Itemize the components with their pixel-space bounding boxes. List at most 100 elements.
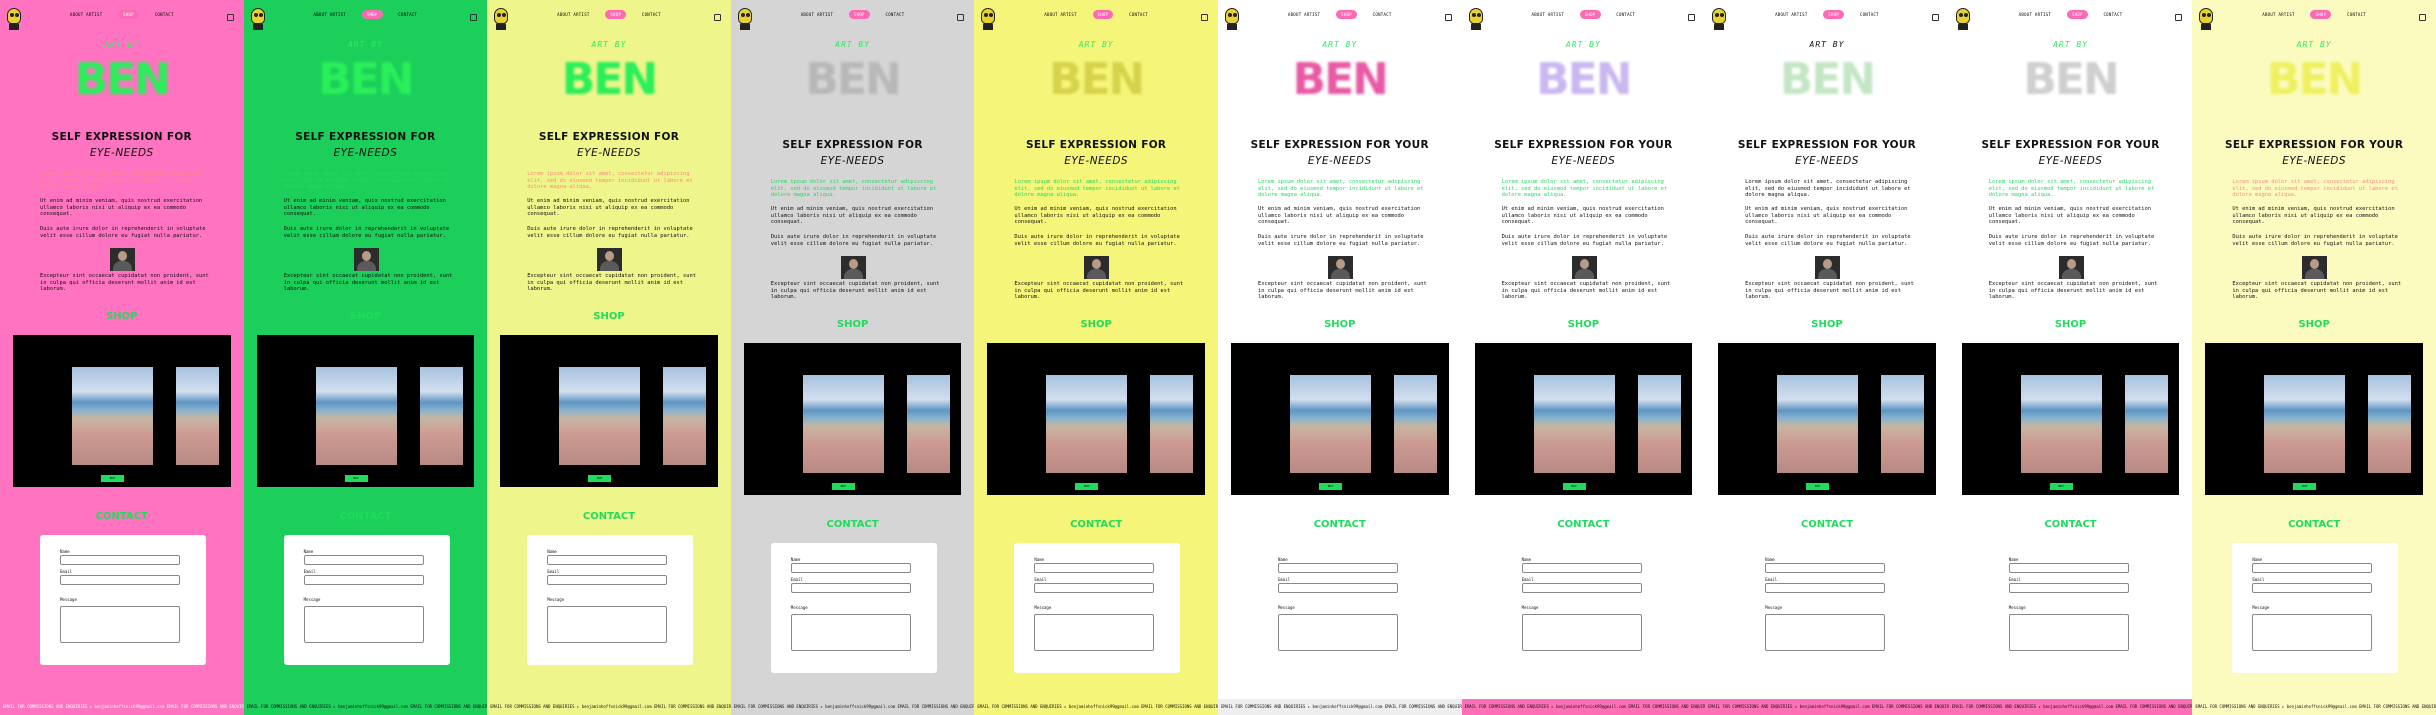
footer-marquee[interactable]: EMAIL FOR COMMISSIONS AND ENQUIRIES ▸ be… [1461,699,1706,715]
footer-marquee[interactable]: EMAIL FOR COMMISSIONS AND ENQUIRIES ▸ be… [730,699,975,715]
shopping-cart-icon[interactable] [2418,14,2426,21]
nav-about-artist[interactable]: ABOUT ARTIST [2014,10,2057,19]
beach-artwork-photo[interactable] [663,367,707,465]
beach-artwork-photo[interactable] [1150,375,1194,473]
nav-contact[interactable]: CONTACT [637,10,666,19]
message-textarea[interactable] [790,614,911,651]
buy-button[interactable]: BUY [1806,483,1830,490]
shop-gallery[interactable]: BUY [256,335,475,487]
nav-contact[interactable]: CONTACT [1855,10,1884,19]
shopping-cart-icon[interactable] [2175,14,2183,21]
nav-about-artist[interactable]: ABOUT ARTIST [65,10,108,19]
beach-artwork-photo[interactable] [1393,375,1437,473]
beach-artwork-photo[interactable] [72,367,153,465]
buy-button[interactable]: BUY [344,475,368,482]
name-input[interactable] [2252,563,2373,573]
beach-artwork-photo[interactable] [176,367,219,465]
nav-about-artist[interactable]: ABOUT ARTIST [2257,10,2300,19]
nav-shop[interactable]: SHOP [848,10,870,19]
shop-gallery[interactable]: BUY [13,335,231,487]
nav-contact[interactable]: CONTACT [2342,10,2371,19]
name-input[interactable] [547,555,668,565]
nav-shop[interactable]: SHOP [605,10,627,19]
message-textarea[interactable] [2008,614,2129,651]
footer-marquee[interactable]: EMAIL FOR COMMISSIONS AND ENQUIRIES ▸ be… [974,699,1218,715]
name-input[interactable] [60,555,180,565]
beach-artwork-photo[interactable] [559,367,641,465]
shop-gallery[interactable]: BUY [1718,343,1936,495]
nav-shop[interactable]: SHOP [118,10,139,19]
shop-gallery[interactable]: BUY [500,335,718,487]
nav-contact[interactable]: CONTACT [1124,10,1153,19]
shopping-cart-icon[interactable] [470,14,478,21]
nav-contact[interactable]: CONTACT [1368,10,1397,19]
shop-gallery[interactable]: BUY [1961,343,2180,495]
nav-shop[interactable]: SHOP [2310,10,2332,19]
name-input[interactable] [790,563,911,573]
email-input[interactable] [2252,583,2373,593]
shop-gallery[interactable]: BUY [743,343,962,495]
nav-contact[interactable]: CONTACT [2098,10,2127,19]
shopping-cart-icon[interactable] [1200,14,1208,21]
shop-gallery[interactable]: BUY [1230,343,1449,495]
buy-button[interactable]: BUY [1562,483,1586,490]
nav-about-artist[interactable]: ABOUT ARTIST [1283,10,1326,19]
shopping-cart-icon[interactable] [713,14,721,21]
shopping-cart-icon[interactable] [957,14,965,21]
email-input[interactable] [1277,583,1398,593]
nav-about-artist[interactable]: ABOUT ARTIST [1770,10,1813,19]
shop-gallery[interactable]: BUY [1474,343,1693,495]
beach-artwork-photo[interactable] [1637,375,1681,473]
beach-artwork-photo[interactable] [1777,375,1859,473]
email-input[interactable] [2008,583,2129,593]
buy-button[interactable]: BUY [1075,483,1099,490]
footer-marquee[interactable]: EMAIL FOR COMMISSIONS AND ENQUIRIES ▸ be… [1705,699,1949,715]
footer-marquee[interactable]: EMAIL FOR COMMISSIONS AND ENQUIRIES ▸ be… [1217,699,1462,715]
email-input[interactable] [60,575,180,585]
nav-contact[interactable]: CONTACT [1611,10,1640,19]
nav-shop[interactable]: SHOP [1823,10,1845,19]
message-textarea[interactable] [1034,614,1155,651]
shop-gallery[interactable]: BUY [2205,343,2423,495]
beach-artwork-photo[interactable] [802,375,884,473]
nav-about-artist[interactable]: ABOUT ARTIST [309,10,352,19]
shop-gallery[interactable]: BUY [987,343,1205,495]
email-input[interactable] [1521,583,1642,593]
buy-button[interactable]: BUY [2293,483,2317,490]
message-textarea[interactable] [1521,614,1642,651]
name-input[interactable] [2008,563,2129,573]
name-input[interactable] [1034,563,1155,573]
footer-marquee[interactable]: EMAIL FOR COMMISSIONS AND ENQUIRIES ▸ be… [0,699,244,715]
name-input[interactable] [1521,563,1642,573]
beach-artwork-photo[interactable] [419,367,463,465]
message-textarea[interactable] [60,606,180,643]
name-input[interactable] [1765,563,1886,573]
footer-marquee[interactable]: EMAIL FOR COMMISSIONS AND ENQUIRIES ▸ be… [243,699,488,715]
beach-artwork-photo[interactable] [1881,375,1925,473]
shopping-cart-icon[interactable] [226,14,234,21]
email-input[interactable] [790,583,911,593]
message-textarea[interactable] [2252,614,2373,651]
nav-contact[interactable]: CONTACT [393,10,422,19]
buy-button[interactable]: BUY [101,475,124,482]
beach-artwork-photo[interactable] [906,375,950,473]
footer-marquee[interactable]: EMAIL FOR COMMISSIONS AND ENQUIRIES ▸ be… [2192,699,2436,715]
beach-artwork-photo[interactable] [2020,375,2102,473]
nav-shop[interactable]: SHOP [1092,10,1114,19]
message-textarea[interactable] [303,606,424,643]
nav-shop[interactable]: SHOP [1336,10,1357,19]
nav-about-artist[interactable]: ABOUT ARTIST [796,10,839,19]
footer-marquee[interactable]: EMAIL FOR COMMISSIONS AND ENQUIRIES ▸ be… [1948,699,2193,715]
nav-shop[interactable]: SHOP [1579,10,1601,19]
buy-button[interactable]: BUY [588,475,612,482]
name-input[interactable] [303,555,424,565]
beach-artwork-photo[interactable] [2124,375,2168,473]
footer-marquee[interactable]: EMAIL FOR COMMISSIONS AND ENQUIRIES ▸ be… [487,699,731,715]
beach-artwork-photo[interactable] [1289,375,1371,473]
nav-shop[interactable]: SHOP [361,10,383,19]
beach-artwork-photo[interactable] [2368,375,2412,473]
shopping-cart-icon[interactable] [1931,14,1939,21]
email-input[interactable] [1765,583,1886,593]
shopping-cart-icon[interactable] [1444,14,1452,21]
buy-button[interactable]: BUY [1318,483,1342,490]
